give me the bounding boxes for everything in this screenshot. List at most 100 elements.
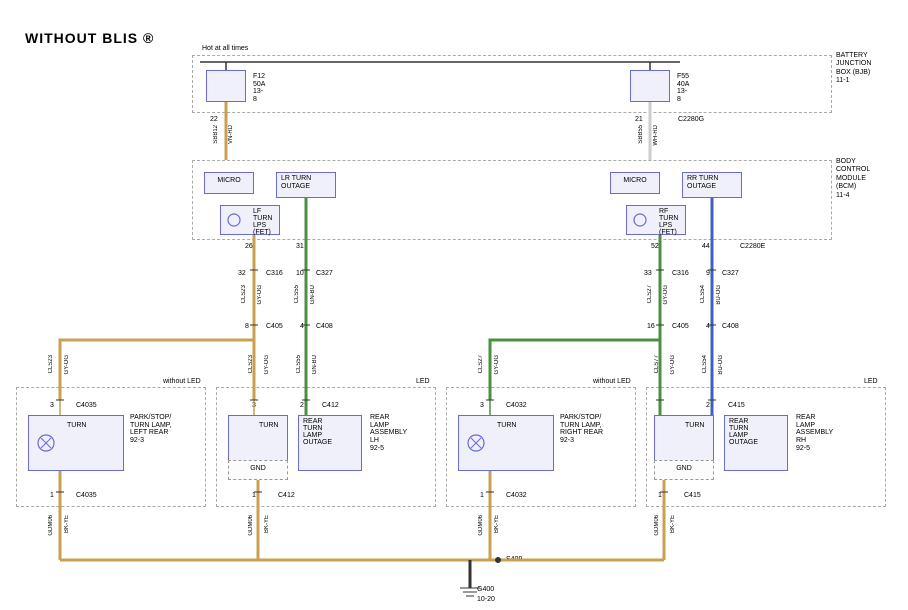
gdm06-3: GDM06 bbox=[478, 515, 484, 536]
g3-pin1: 1 bbox=[480, 492, 484, 499]
g2-c412b: C412 bbox=[278, 492, 295, 499]
gdm06-1: GDM06 bbox=[48, 515, 54, 536]
buog-g4: BU-OG bbox=[718, 355, 724, 375]
c408-l: C408 bbox=[316, 323, 333, 330]
pin-32: 32 bbox=[238, 270, 246, 277]
pin-52: 52 bbox=[651, 243, 659, 250]
bjb-label: BATTERY JUNCTION BOX (BJB) 11-1 bbox=[836, 52, 871, 86]
lf-turn-lps: LFTURNLPS(FET) bbox=[220, 205, 280, 235]
pin-21: 21 bbox=[635, 116, 643, 123]
g2-c412: C412 bbox=[322, 402, 339, 409]
g4-pin1: 1 bbox=[658, 492, 662, 499]
c327-l: C327 bbox=[316, 270, 333, 277]
pin-16: 16 bbox=[647, 323, 655, 330]
cls55-g2: CLS55 bbox=[296, 355, 302, 373]
cls54-g4: CLS54 bbox=[702, 355, 708, 373]
cls27-r: CLS27 bbox=[647, 285, 653, 303]
ps-lr-label: PARK/STOP/TURN LAMP,LEFT REAR92-3 bbox=[130, 414, 172, 445]
gyog-g2: GY-OG bbox=[264, 355, 270, 374]
g1-c4035b: C4035 bbox=[76, 492, 97, 499]
cls55-l: CLS55 bbox=[294, 285, 300, 303]
g1-c4035: C4035 bbox=[76, 402, 97, 409]
lr-turn-outage: LR TURNOUTAGE bbox=[276, 172, 336, 198]
gy-og-l: GY-OG bbox=[257, 285, 263, 304]
bkye-2: BK-YE bbox=[264, 515, 270, 533]
cls27-g3: CLS27 bbox=[478, 355, 484, 373]
gnd-4: GND bbox=[654, 460, 714, 480]
rl-lh-label: REARLAMPASSEMBLYLH92-5 bbox=[370, 414, 407, 452]
g4-c415: C415 bbox=[728, 402, 745, 409]
cls54-r: CLS54 bbox=[700, 285, 706, 303]
pin-26: 26 bbox=[245, 243, 253, 250]
ps-rr-label: PARK/STOP/TURN LAMP,RIGHT REAR92-3 bbox=[560, 414, 603, 445]
bkye-1: BK-YE bbox=[64, 515, 70, 533]
gnd-2: GND bbox=[228, 460, 288, 480]
c405-r: C405 bbox=[672, 323, 689, 330]
g1-pin3: 3 bbox=[50, 402, 54, 409]
g2-pin2: 2 bbox=[300, 402, 304, 409]
cls23-g1: CLS23 bbox=[48, 355, 54, 373]
rt-outage-rh: REARTURNLAMPOUTAGE bbox=[724, 415, 788, 471]
bjb-box bbox=[192, 55, 832, 113]
cls77-g4: CLS77 bbox=[654, 355, 660, 373]
gy-og-r: GY-OG bbox=[663, 285, 669, 304]
rl-rh-label: REARLAMPASSEMBLYRH92-5 bbox=[796, 414, 833, 452]
sbb12: SBB12 bbox=[213, 125, 219, 144]
g1-pin1: 1 bbox=[50, 492, 54, 499]
cls23-l: CLS23 bbox=[241, 285, 247, 303]
g4-c415b: C415 bbox=[684, 492, 701, 499]
gyog-g1: GY-OG bbox=[64, 355, 70, 374]
bcm-label: BODY CONTROL MODULE (BCM) 11-4 bbox=[836, 158, 870, 200]
pin-4l: 4 bbox=[300, 323, 304, 330]
g3-c4032b: C4032 bbox=[506, 492, 527, 499]
g4-pin2: 2 bbox=[706, 402, 710, 409]
cls23-g2: CLS23 bbox=[248, 355, 254, 373]
g2-pin1: 1 bbox=[252, 492, 256, 499]
vn-rd: VN-RD bbox=[228, 125, 234, 144]
pin-22: 22 bbox=[210, 116, 218, 123]
wh-rd: WH-RD bbox=[653, 125, 659, 146]
pin-10: 10 bbox=[296, 270, 304, 277]
without-led-l: without LED bbox=[163, 378, 201, 385]
pin-44: 44 bbox=[702, 243, 710, 250]
gdm06-4: GDM06 bbox=[654, 515, 660, 536]
pin-31: 31 bbox=[296, 243, 304, 250]
c408-r: C408 bbox=[722, 323, 739, 330]
gnbu-g2: GN-BU bbox=[312, 355, 318, 374]
g3-c4032: C4032 bbox=[506, 402, 527, 409]
pin-33: 33 bbox=[644, 270, 652, 277]
micro-left: MICRO bbox=[204, 172, 254, 194]
s409: S409 bbox=[506, 556, 522, 563]
gdm06-2: GDM06 bbox=[248, 515, 254, 536]
gn-bu-l: GN-BU bbox=[310, 285, 316, 304]
turn-box-3: TURN bbox=[458, 415, 554, 471]
c327-r: C327 bbox=[722, 270, 739, 277]
without-led-r: without LED bbox=[593, 378, 631, 385]
c405-l: C405 bbox=[266, 323, 283, 330]
bu-og-r: BU-OG bbox=[716, 285, 722, 305]
led-l: LED bbox=[416, 378, 430, 385]
led-r: LED bbox=[864, 378, 878, 385]
bkye-3: BK-YE bbox=[494, 515, 500, 533]
g400: G400 bbox=[477, 586, 494, 593]
fuse-f12: F12 50A 13-8 bbox=[206, 70, 246, 102]
gyog-g4: GY-OG bbox=[670, 355, 676, 374]
g4-pin3: 3 bbox=[658, 402, 662, 409]
rr-turn-outage: RR TURNOUTAGE bbox=[682, 172, 742, 198]
bkye-4: BK-YE bbox=[670, 515, 676, 533]
turn-box-1: TURN bbox=[28, 415, 124, 471]
g400-ref: 10-20 bbox=[477, 596, 495, 603]
rf-turn-lps: RFTURNLPS(FET) bbox=[626, 205, 686, 235]
pin-8: 8 bbox=[245, 323, 249, 330]
conn-c2280g: C2280G bbox=[678, 116, 704, 123]
c316-l: C316 bbox=[266, 270, 283, 277]
diagram-title: WITHOUT BLIS ® bbox=[25, 30, 154, 46]
pin-4r: 4 bbox=[706, 323, 710, 330]
hot-label: Hot at all times bbox=[202, 45, 248, 52]
c316-r: C316 bbox=[672, 270, 689, 277]
g2-pin3: 3 bbox=[252, 402, 256, 409]
g3-pin3: 3 bbox=[480, 402, 484, 409]
rt-outage-lh: REARTURNLAMPOUTAGE bbox=[298, 415, 362, 471]
sbb55: SBB55 bbox=[638, 125, 644, 144]
fuse-f55: F55 40A 13-8 bbox=[630, 70, 670, 102]
